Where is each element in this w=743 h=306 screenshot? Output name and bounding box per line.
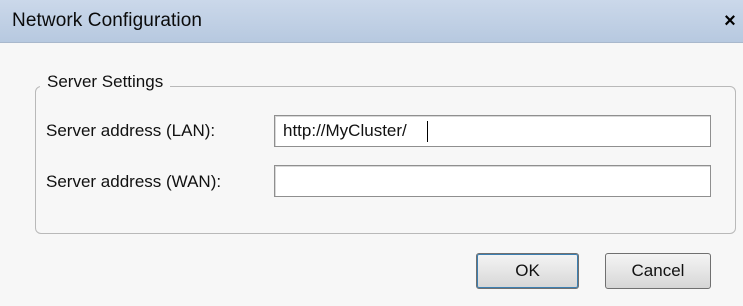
lan-address-input[interactable]	[274, 115, 711, 147]
text-caret	[427, 121, 428, 142]
lan-address-label: Server address (LAN):	[46, 121, 216, 140]
cancel-button[interactable]: Cancel	[605, 253, 711, 289]
ok-button[interactable]: OK	[476, 253, 579, 289]
wan-address-input[interactable]	[274, 165, 711, 197]
server-settings-group	[35, 86, 736, 234]
network-configuration-dialog: Network Configuration × Server Settings …	[0, 0, 743, 306]
wan-address-label: Server address (WAN):	[46, 172, 222, 191]
server-settings-title: Server Settings	[40, 72, 171, 92]
window-title: Network Configuration	[12, 10, 203, 31]
title-bar[interactable]: Network Configuration ×	[0, 0, 743, 43]
close-icon[interactable]: ×	[720, 11, 740, 31]
